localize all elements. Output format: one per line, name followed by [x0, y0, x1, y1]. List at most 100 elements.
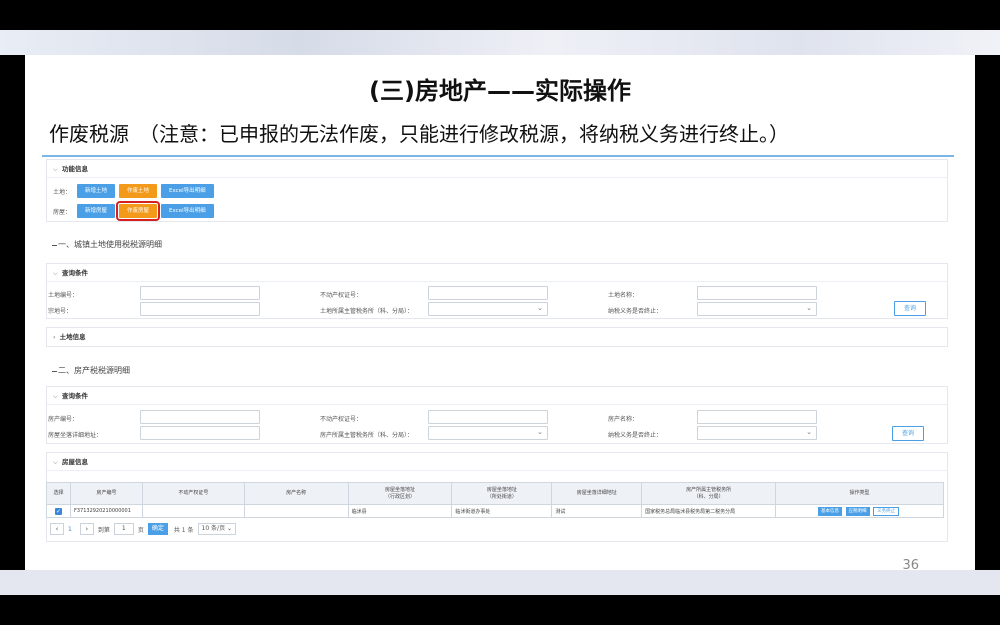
function-panel-title: 功能信息	[61, 165, 88, 173]
parcel-no-label: 宗地号：	[48, 308, 73, 315]
house-name-input[interactable]	[697, 410, 817, 424]
col-district: 房屋坐落地址 （行政区划）	[347, 482, 453, 505]
section2-title: 二、房产税税源明细	[58, 366, 130, 375]
house-table: 选择 房产编号 不动产权证号 房产名称 房屋坐落地址 （行政区划） 房屋坐落地址…	[46, 482, 944, 518]
page-number: 36	[902, 558, 919, 573]
void-land-button[interactable]: 作废土地	[119, 184, 158, 198]
chevron-right-icon: ›	[53, 333, 56, 341]
land-info-title: 土地信息	[59, 333, 86, 341]
house-info-header[interactable]: ⌵ 房屋信息	[47, 453, 947, 471]
chevron-down-icon: ⌵	[53, 458, 58, 466]
goto-confirm-button[interactable]: 确定	[147, 523, 168, 535]
row-house-id: F37132920210000001	[69, 504, 143, 518]
col-house-id: 房产编号	[69, 482, 143, 505]
void-house-button[interactable]: 作废房屋	[116, 201, 161, 221]
land-name-input[interactable]	[697, 286, 817, 300]
row-select-cell: ✓	[46, 504, 71, 518]
row-actions: 基本信息 应税明细 义务终止	[775, 504, 944, 518]
land-label: 土地：	[53, 188, 72, 196]
house-label: 房屋：	[53, 208, 72, 216]
parcel-no-input[interactable]	[140, 302, 260, 316]
background-top	[0, 30, 1000, 55]
land-info-header[interactable]: › 土地信息	[47, 328, 947, 346]
add-house-button[interactable]: 新增房屋	[77, 204, 116, 218]
house-id-label: 房产编号：	[48, 416, 79, 423]
chevron-down-icon: ⌄	[806, 428, 812, 436]
embedded-screenshot: ⌵ 功能信息 土地： 新增土地 作废土地 Excel导出明细 房屋： 新增房屋 作…	[42, 155, 954, 547]
pagination: ‹ 1 › 到第 1 页 确定 共 1 条 10 条/页 ⌄	[50, 523, 237, 535]
house-terminated-select[interactable]: ⌄	[697, 426, 817, 440]
chevron-down-icon: ⌵	[53, 269, 58, 277]
house-address-label: 房屋坐落详细地址：	[48, 432, 103, 439]
export-land-button[interactable]: Excel导出明细	[161, 184, 214, 198]
row-cert	[141, 504, 245, 518]
house-name-label: 房产名称：	[608, 416, 639, 423]
goto-label: 到第	[97, 526, 110, 534]
top-divider	[42, 155, 954, 157]
col-cert: 不动产权证号	[141, 482, 245, 505]
house-address-input[interactable]	[140, 426, 260, 440]
slide-title: (三)房地产——实际操作	[369, 77, 631, 105]
land-query-button[interactable]: 查询	[894, 301, 926, 316]
land-cert-input[interactable]	[428, 286, 548, 300]
house-id-input[interactable]	[140, 410, 260, 424]
row-district: 临沭县	[347, 504, 453, 518]
land-office-select[interactable]: ⌄	[428, 302, 548, 316]
row-detail: 测试	[551, 504, 643, 518]
house-cert-label: 不动产权证号：	[320, 416, 363, 423]
section2-marker	[52, 371, 57, 372]
col-actions: 操作类型	[775, 482, 944, 505]
export-house-button[interactable]: Excel导出明细	[161, 204, 214, 218]
col-detail: 房屋坐落详细地址	[551, 482, 643, 505]
house-office-select[interactable]: ⌄	[428, 426, 548, 440]
house-info-title: 房屋信息	[61, 458, 88, 466]
land-info-panel: › 土地信息	[46, 327, 948, 347]
tax-detail-button[interactable]: 应税明细	[845, 506, 870, 516]
land-terminated-label: 纳税义务是否终止：	[608, 308, 663, 315]
col-office: 房产所属主管税务所 （科、分局）	[641, 482, 777, 505]
current-page[interactable]: 1	[68, 526, 72, 533]
next-page-button[interactable]: ›	[79, 523, 94, 535]
table-header-row: 选择 房产编号 不动产权证号 房产名称 房屋坐落地址 （行政区划） 房屋坐落地址…	[46, 482, 944, 505]
house-cert-input[interactable]	[428, 410, 548, 424]
house-terminated-label: 纳税义务是否终止：	[608, 432, 663, 439]
row-street: 临沭街道办事处	[451, 504, 553, 518]
function-panel-header[interactable]: ⌵ 功能信息	[47, 160, 947, 178]
add-land-button[interactable]: 新增土地	[77, 184, 116, 198]
section2-query-title: 查询条件	[61, 392, 88, 400]
col-select: 选择	[46, 482, 71, 505]
house-button-row: 房屋： 新增房屋 作废房屋 Excel导出明细	[53, 201, 218, 221]
land-terminated-select[interactable]: ⌄	[697, 302, 817, 316]
table-row: ✓ F37132920210000001 临沭县 临沭街道办事处 测试 国家税务…	[46, 504, 944, 518]
chevron-down-icon: ⌵	[53, 392, 58, 400]
slide-subtitle: 作废税源 （注意：已申报的无法作废，只能进行修改税源，将纳税义务进行终止。）	[49, 122, 789, 146]
section1-query-header[interactable]: ⌵ 查询条件	[47, 264, 947, 282]
section1-marker	[52, 245, 57, 246]
page-unit: 页	[137, 526, 144, 534]
col-street: 房屋坐落地址 （所处街道）	[451, 482, 553, 505]
page-size-select[interactable]: 10 条/页 ⌄	[197, 523, 237, 535]
basic-info-button[interactable]: 基本信息	[817, 506, 842, 516]
chevron-down-icon: ⌄	[806, 304, 812, 312]
prev-page-button[interactable]: ‹	[50, 523, 64, 535]
function-panel: ⌵ 功能信息 土地： 新增土地 作废土地 Excel导出明细 房屋： 新增房屋 作…	[46, 159, 948, 222]
page-size-value: 10 条/页	[201, 525, 226, 532]
chevron-down-icon: ⌄	[537, 304, 543, 312]
chevron-down-icon: ⌄	[537, 428, 543, 436]
house-query-button[interactable]: 查询	[892, 426, 924, 441]
row-office: 国家税务总局临沭县税务局第二税务分局	[641, 504, 777, 518]
terminate-obligation-button[interactable]: 义务终止	[873, 506, 900, 516]
land-cert-label: 不动产权证号：	[320, 292, 363, 299]
section1-query-title: 查询条件	[61, 269, 88, 277]
house-office-label: 房产所属主管税务所（科、分局）：	[320, 432, 414, 439]
section1-title: 一、城镇土地使用税税源明细	[58, 240, 162, 249]
row-name	[243, 504, 349, 518]
col-name: 房产名称	[243, 482, 349, 505]
row-checkbox[interactable]: ✓	[54, 507, 62, 515]
land-office-label: 土地所属主管税务所（科、分局）：	[320, 308, 414, 315]
land-id-label: 土地编号：	[48, 292, 79, 299]
goto-page-input[interactable]: 1	[113, 523, 134, 535]
land-name-label: 土地名称：	[608, 292, 639, 299]
section2-query-header[interactable]: ⌵ 查询条件	[47, 387, 947, 405]
land-id-input[interactable]	[140, 286, 260, 300]
